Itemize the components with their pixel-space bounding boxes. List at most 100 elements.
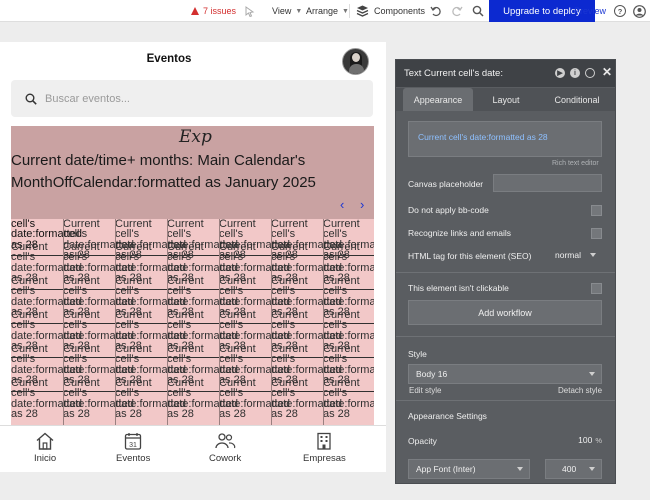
style-value: Body 16 (416, 369, 448, 379)
chevron-down-icon (590, 253, 596, 257)
calendar-cell[interactable]: Current cell's date:formatted as 28 (63, 310, 134, 352)
calendar-cell[interactable]: Current cell's date:formatted as 28 (271, 276, 342, 318)
preview-label: Preview (574, 6, 607, 16)
calendar-cell[interactable]: Current cell's date:formatted as 28 (219, 242, 290, 284)
calendar-cell-date: Current cell's date:formatted as 28 (271, 377, 342, 421)
calendar-cell[interactable]: Current cell's date:formatted as 28 (11, 378, 82, 420)
calendar-cell[interactable]: Current cell's date:formatted as 28 (271, 242, 342, 284)
month-title: Current date/time+ months: Main Calendar… (11, 152, 316, 191)
avatar[interactable] (342, 48, 369, 75)
search-icon[interactable] (472, 0, 484, 22)
panel-title: Text Current cell's date: (404, 68, 503, 79)
undo-icon[interactable] (430, 0, 442, 22)
previous-month-arrow[interactable]: ‹ (340, 197, 344, 212)
search-input[interactable]: Buscar eventos... (11, 80, 373, 117)
nav-label-cowork: Cowork (209, 453, 242, 464)
nav-item-empresas[interactable]: Empresas (303, 432, 346, 464)
calendar-cell[interactable]: Current cell's date:formatted as 28 (63, 378, 134, 420)
calendar-cell[interactable]: Current cell's date:formatted as 28 (115, 310, 186, 352)
help-icon[interactable]: ? (614, 0, 626, 22)
calendar-cell[interactable]: Current cell's date:formatted as 28 (323, 276, 374, 318)
calendar-cell[interactable]: Current cell's date:formatted as 28 (219, 344, 290, 386)
opacity-label: Opacity (408, 436, 437, 446)
cursor-icon[interactable] (244, 0, 255, 22)
bbcode-checkbox[interactable] (591, 205, 602, 216)
calendar-cell[interactable]: Current cell's date:formatted as 28 (271, 344, 342, 386)
calendar-cell[interactable]: Current cell's date:formatted as 28 (11, 344, 82, 386)
grid-line (323, 219, 324, 425)
font-family-select[interactable]: App Font (Inter) (408, 459, 530, 479)
top-toolbar: 7 issues View ▼ Arrange ▼ Components Upgra… (0, 0, 650, 22)
calendar-cell[interactable]: Current cell's date:formatted as 28 (167, 242, 238, 284)
components-button[interactable]: Components (356, 0, 425, 22)
rich-text-editor-link[interactable]: Rich text editor (552, 160, 599, 167)
calendar-cell[interactable]: Current cell's date:formatted as 28 (115, 378, 186, 420)
search-icon (25, 93, 37, 105)
calendar-header: Exp Current date/time+ months: Main Cale… (11, 126, 374, 219)
calendar-cell[interactable]: Current cell's date:formatted as 28 (219, 378, 290, 420)
tab-layout[interactable]: Layout (476, 88, 536, 111)
preview-button[interactable]: Preview (574, 0, 606, 22)
text-expression-editor[interactable]: Current cell's date:formatted as 28 (408, 121, 602, 157)
calendar-cell[interactable]: Current cell's date:formatted as 28 (271, 378, 342, 420)
grid-line (11, 323, 374, 324)
calendar-cell[interactable]: Current cell's date:formatted as 28 (11, 276, 82, 318)
calendar-cell[interactable]: Current cell's date:formatted as 28 (115, 242, 186, 284)
canvas-placeholder-input[interactable] (493, 174, 602, 192)
calendar-cell[interactable]: Current cell's date:formatted as 28 (323, 344, 374, 386)
calendar-cell[interactable]: Current cell's date:formatted as 28 (11, 310, 82, 352)
detach-style-link[interactable]: Detach style (558, 386, 602, 395)
grid-line (167, 219, 168, 425)
calendar-cell[interactable]: Current cell's date:formatted as 28 (167, 276, 238, 318)
add-workflow-button[interactable]: Add workflow (408, 300, 602, 325)
view-menu[interactable]: View ▼ (272, 0, 302, 22)
account-icon[interactable] (633, 0, 646, 22)
calendar-cell[interactable]: Current cell's date:formatted as 28 (115, 276, 186, 318)
calendar-cell[interactable]: Current cell's date:formatted as 28 (271, 310, 342, 352)
nav-item-eventos[interactable]: 31 Eventos (116, 432, 150, 464)
calendar-cell[interactable]: Current cell's date:formatted as 28 (63, 276, 134, 318)
panel-tabs: Appearance Layout Conditional (396, 88, 615, 111)
components-icon (356, 5, 369, 17)
font-weight-value: 400 (562, 464, 577, 474)
calendar-cell[interactable]: Current cell's date:formatted as 28 (167, 310, 238, 352)
comment-icon[interactable] (585, 68, 595, 78)
grid-line (11, 357, 374, 358)
calendar-cell[interactable]: Current cell's date:formatted as 28 (219, 276, 290, 318)
not-clickable-checkbox[interactable] (591, 283, 602, 294)
calendar-cell[interactable]: Current cell's date:formatted as 28 (323, 378, 374, 420)
font-weight-select[interactable]: 400 (545, 459, 602, 479)
redo-icon[interactable] (451, 0, 463, 22)
appearance-settings-heading: Appearance Settings (408, 411, 487, 421)
arrange-menu[interactable]: Arrange ▼ (306, 0, 349, 22)
calendar-cell-date: Current cell's date:formatted as 28 (167, 377, 238, 421)
calendar-cell[interactable]: Current cell's date:formatted as 28 (323, 242, 374, 284)
calendar-cell[interactable]: Current cell's date:formatted as 28 (115, 344, 186, 386)
calendar-cell[interactable]: Current cell's date:formatted as 28 (167, 378, 238, 420)
recognize-links-checkbox[interactable] (591, 228, 602, 239)
edit-style-link[interactable]: Edit style (409, 386, 441, 395)
grid-line (115, 219, 116, 425)
nav-item-cowork[interactable]: Cowork (209, 432, 241, 464)
calendar-cell[interactable]: Current cell's date:formatted as 28 (219, 310, 290, 352)
app-canvas: Eventos Buscar eventos... Exp Current da… (0, 42, 386, 472)
tab-conditional[interactable]: Conditional (542, 88, 612, 111)
next-month-arrow[interactable]: › (360, 197, 364, 212)
grid-line (63, 219, 64, 425)
issues-indicator[interactable]: 7 issues (191, 0, 236, 22)
play-icon[interactable]: ▶ (555, 68, 565, 78)
tab-appearance[interactable]: Appearance (403, 88, 473, 111)
chevron-down-icon: ▼ (295, 7, 303, 15)
calendar-cell[interactable]: Current cell's date:formatted as 28 (63, 344, 134, 386)
calendar-cell[interactable]: Current cell's date:formatted as 28 (323, 310, 374, 352)
close-icon[interactable]: ✕ (602, 65, 612, 79)
canvas-placeholder-label: Canvas placeholder (408, 179, 484, 189)
nav-item-inicio[interactable]: Inicio (34, 432, 56, 464)
calendar-cell[interactable]: Current cell's date:formatted as 28 (11, 242, 82, 284)
style-select[interactable]: Body 16 (408, 364, 602, 384)
info-icon[interactable]: i (570, 68, 580, 78)
calendar-cell[interactable]: Current cell's date:formatted as 28 (63, 242, 134, 284)
html-tag-select[interactable]: normal (548, 246, 602, 264)
calendar-cell[interactable]: Current cell's date:formatted as 28 (167, 344, 238, 386)
opacity-input[interactable]: 100 % (566, 432, 602, 448)
